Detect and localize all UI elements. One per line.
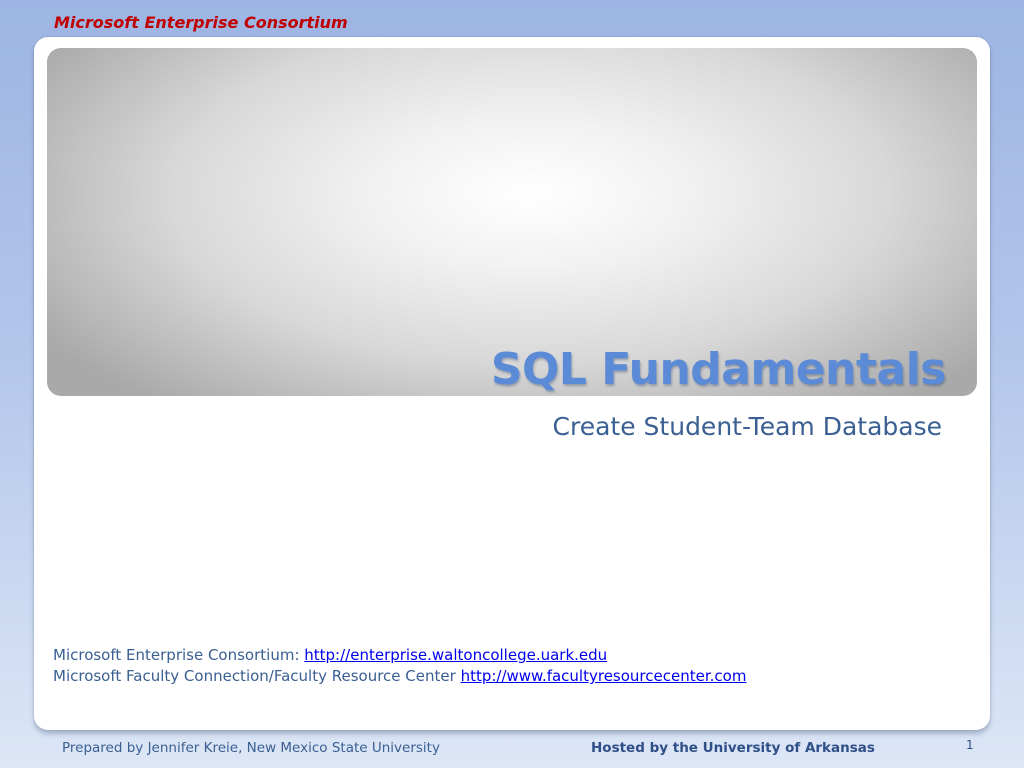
- faculty-link-label: Microsoft Faculty Connection/Faculty Res…: [53, 667, 461, 685]
- faculty-link-line: Microsoft Faculty Connection/Faculty Res…: [53, 666, 746, 687]
- consortium-link-label: Microsoft Enterprise Consortium:: [53, 646, 305, 664]
- consortium-link[interactable]: http://enterprise.waltoncollege.uark.edu: [304, 646, 607, 664]
- slide-number: 1: [966, 738, 974, 752]
- slide-card: SQL Fundamentals Create Student-Team Dat…: [34, 37, 990, 730]
- resource-links: Microsoft Enterprise Consortium: http://…: [53, 645, 746, 687]
- consortium-brand-header: Microsoft Enterprise Consortium: [54, 13, 348, 32]
- hosted-by-text: Hosted by the University of Arkansas: [591, 740, 875, 756]
- slide-footer: Prepared by Jennifer Kreie, New Mexico S…: [0, 732, 1024, 768]
- slide-subtitle: Create Student-Team Database: [552, 412, 942, 441]
- consortium-link-line: Microsoft Enterprise Consortium: http://…: [53, 645, 746, 666]
- faculty-resource-link[interactable]: http://www.facultyresourcecenter.com: [461, 667, 747, 685]
- prepared-by-text: Prepared by Jennifer Kreie, New Mexico S…: [62, 740, 440, 756]
- slide-title: SQL Fundamentals: [490, 344, 947, 395]
